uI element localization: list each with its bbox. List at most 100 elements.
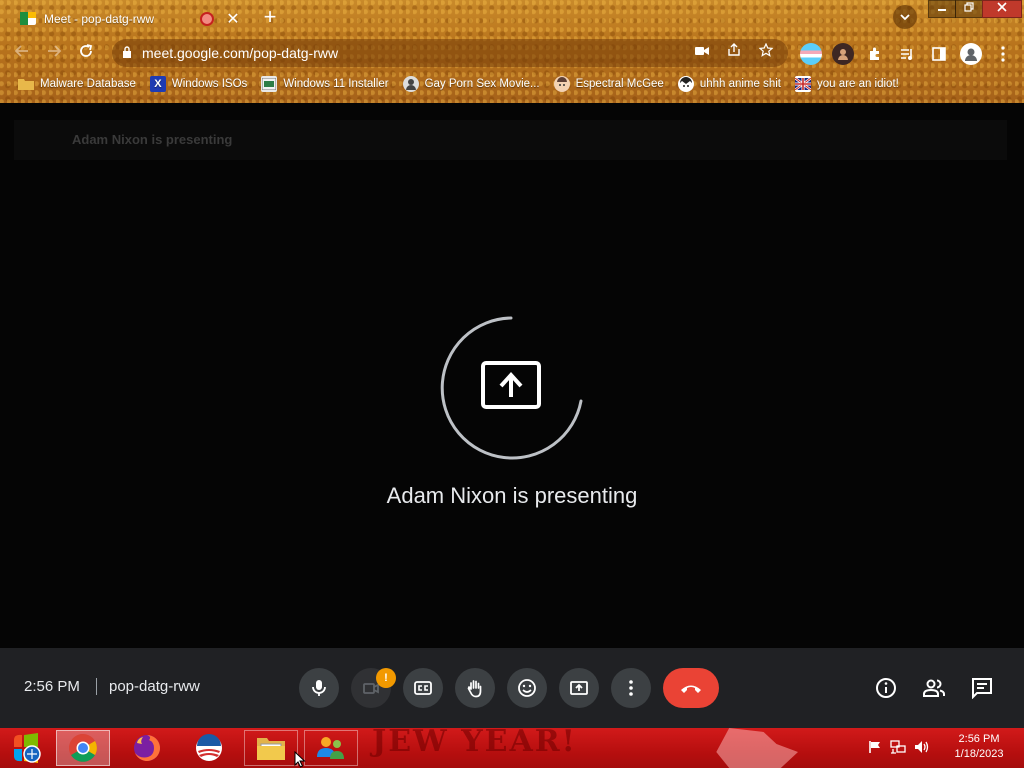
- meeting-details-button[interactable]: [870, 672, 902, 704]
- bookmark-windows-isos[interactable]: X Windows ISOs: [149, 76, 248, 92]
- new-tab-button[interactable]: +: [258, 6, 282, 28]
- close-icon: [997, 2, 1007, 12]
- folder-icon: [257, 738, 285, 760]
- present-screen-icon: [481, 361, 541, 409]
- extensions-row: [800, 43, 1024, 65]
- tab-meet[interactable]: Meet - pop-datg-rww ✕: [8, 3, 246, 34]
- bookmark-anime[interactable]: uhhh anime shit: [677, 76, 782, 92]
- camera-in-use-icon[interactable]: [692, 43, 712, 63]
- bookmark-label: uhhh anime shit: [699, 78, 782, 90]
- chat-button[interactable]: [966, 672, 998, 704]
- browser-menu-icon[interactable]: [992, 43, 1014, 65]
- loading-spinner: [440, 316, 583, 460]
- bookmark-movie[interactable]: Gay Porn Sex Movie...: [402, 76, 540, 92]
- back-button[interactable]: [10, 42, 34, 66]
- taskbar-file-explorer[interactable]: [244, 730, 298, 766]
- clock-time: 2:56 PM: [958, 733, 1000, 745]
- camera-warning-badge: !: [376, 668, 396, 688]
- window-close-button[interactable]: [982, 0, 1022, 18]
- minimize-button[interactable]: [928, 0, 956, 18]
- meet-favicon-icon: [20, 12, 36, 25]
- bookmark-label: Gay Porn Sex Movie...: [424, 78, 540, 90]
- bookmark-label: you are an idiot!: [817, 78, 899, 90]
- chrome-icon: [69, 734, 97, 762]
- obama-logo-icon: [196, 734, 222, 761]
- reactions-button[interactable]: [507, 668, 547, 708]
- bookmark-windows-11-installer[interactable]: Windows 11 Installer: [261, 76, 389, 92]
- meet-control-bar: 2:56 PM pop-datg-rww !: [0, 648, 1024, 728]
- address-bar[interactable]: meet.google.com/pop-datg-rww: [112, 39, 788, 67]
- captions-button[interactable]: [403, 668, 443, 708]
- bookmark-malware-database[interactable]: Malware Database: [18, 76, 136, 92]
- taskbar-chrome[interactable]: [56, 730, 110, 766]
- side-panel-icon[interactable]: [928, 43, 950, 65]
- profile-avatar-icon[interactable]: [960, 43, 982, 65]
- browser-chrome: Meet - pop-datg-rww ✕ + meet.google.com/…: [0, 0, 1024, 103]
- reload-button[interactable]: [74, 42, 98, 66]
- system-tray: [868, 739, 938, 757]
- taskbar-firefox[interactable]: [120, 730, 174, 766]
- presenter-banner-text: Adam Nixon is presenting: [72, 132, 233, 147]
- taskbar-users-app[interactable]: [304, 730, 358, 766]
- people-button[interactable]: [918, 672, 950, 704]
- reload-icon: [80, 44, 93, 57]
- anime-icon: [677, 76, 694, 92]
- minimize-icon: [938, 9, 946, 11]
- present-now-button[interactable]: [559, 668, 599, 708]
- leave-call-button[interactable]: [663, 668, 719, 708]
- profile-flag-icon[interactable]: [800, 43, 822, 65]
- meeting-code: pop-datg-rww: [109, 678, 200, 695]
- tab-search-button[interactable]: [893, 5, 917, 29]
- people-icon: [923, 679, 945, 697]
- bookmark-label: Malware Database: [40, 78, 136, 90]
- mouse-cursor-icon: [294, 751, 306, 768]
- url-text[interactable]: meet.google.com/pop-datg-rww: [142, 45, 692, 61]
- system-clock[interactable]: 2:56 PM 1/18/2023: [940, 732, 1018, 762]
- chevron-down-icon: [900, 14, 910, 21]
- start-button[interactable]: [0, 730, 52, 766]
- bookmark-label: Espectral McGee: [575, 78, 664, 90]
- recording-indicator-icon: [200, 11, 214, 26]
- users-icon: [317, 737, 344, 759]
- bookmark-star-icon[interactable]: [756, 42, 776, 63]
- network-icon[interactable]: [890, 739, 906, 757]
- arrow-right-icon: [48, 45, 62, 57]
- bookmark-you-are-an-idiot[interactable]: you are an idiot!: [795, 76, 899, 92]
- browser-toolbar: meet.google.com/pop-datg-rww: [0, 36, 1024, 70]
- microphone-button[interactable]: [299, 668, 339, 708]
- media-queue-icon[interactable]: [896, 43, 918, 65]
- folder-icon: [18, 76, 34, 92]
- action-center-flag-icon[interactable]: [868, 740, 882, 757]
- hang-up-icon: [681, 685, 701, 693]
- x-logo-icon: X: [149, 76, 166, 92]
- restore-button[interactable]: [955, 0, 983, 18]
- tab-title: Meet - pop-datg-rww: [44, 11, 155, 26]
- tab-close-icon[interactable]: ✕: [226, 9, 240, 29]
- forward-button[interactable]: [42, 42, 66, 66]
- volume-icon[interactable]: [914, 740, 930, 757]
- installer-icon: [261, 76, 278, 92]
- emoji-icon: [518, 679, 536, 697]
- divider: [96, 678, 97, 695]
- tab-strip: Meet - pop-datg-rww ✕ +: [0, 0, 1024, 34]
- wallpaper-text: JEW YEAR!: [372, 724, 577, 759]
- info-icon: [876, 678, 896, 698]
- bookmark-espectral-mcgee[interactable]: Espectral McGee: [553, 76, 664, 92]
- chat-icon: [972, 678, 992, 699]
- wallpaper-decoration: [716, 728, 798, 768]
- raise-hand-button[interactable]: [455, 668, 495, 708]
- face-icon: [553, 76, 570, 92]
- raise-hand-icon: [467, 680, 482, 698]
- extensions-puzzle-icon[interactable]: [864, 43, 886, 65]
- lock-icon: [120, 45, 134, 61]
- share-icon[interactable]: [724, 43, 744, 63]
- more-options-button[interactable]: [611, 668, 651, 708]
- taskbar-campaign-app[interactable]: [182, 730, 236, 766]
- bookmark-label: Windows ISOs: [171, 78, 248, 90]
- windows-taskbar: JEW YEAR! 2:56 PM 1/18/2023: [0, 724, 1024, 768]
- arrow-left-icon: [14, 45, 28, 57]
- restore-icon: [964, 2, 974, 12]
- extension-avatar-icon[interactable]: [832, 43, 854, 65]
- bookmark-label: Windows 11 Installer: [283, 78, 389, 90]
- microphone-icon: [312, 680, 326, 696]
